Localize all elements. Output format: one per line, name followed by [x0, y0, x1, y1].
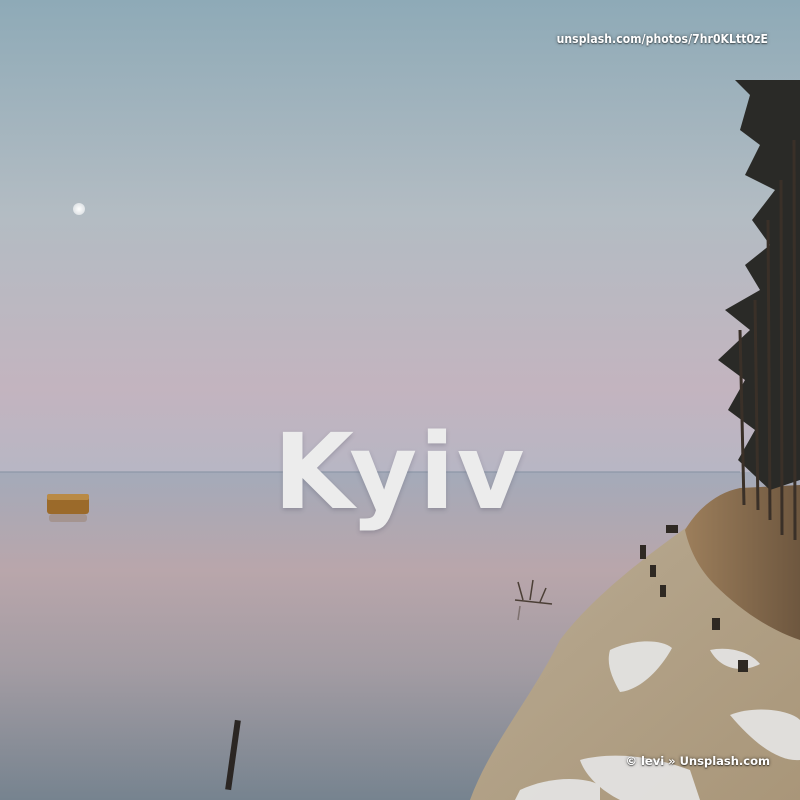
moon-icon [73, 203, 85, 215]
photo-url-caption: unsplash.com/photos/7hr0KLtt0zE [556, 32, 768, 46]
photo-frame: unsplash.com/photos/7hr0KLtt0zE Kyiv © l… [0, 0, 800, 800]
sky-icon [0, 0, 800, 474]
landscape-scene [0, 0, 800, 800]
photo-credit: © levi » Unsplash.com [625, 754, 770, 768]
city-title: Kyiv [273, 411, 527, 533]
